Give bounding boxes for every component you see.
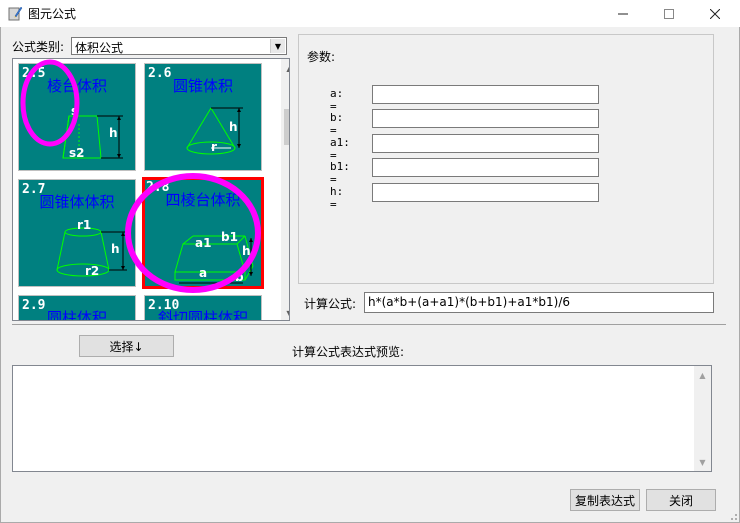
- category-label: 公式类别:: [12, 40, 65, 54]
- preview-scrollbar[interactable]: ▲ ▼: [694, 366, 711, 471]
- close-button[interactable]: 关闭: [646, 489, 716, 511]
- highlight-annotations: [20, 59, 261, 293]
- divider: [12, 324, 726, 325]
- params-legend: 参数:: [305, 48, 338, 65]
- title-bar: 图元公式: [0, 0, 740, 27]
- preview-label: 计算公式表达式预览:: [292, 345, 405, 359]
- highlight-circle-s: [20, 59, 80, 147]
- param-b1-input[interactable]: [372, 158, 599, 177]
- minimize-icon[interactable]: [600, 0, 646, 27]
- formula-input[interactable]: h*(a*b+(a+a1)*(b+b1)+a1*b1)/6: [364, 292, 714, 313]
- highlight-circle-square-frustum: [125, 173, 261, 293]
- scroll-up-icon[interactable]: ▲: [281, 61, 289, 75]
- chevron-down-icon[interactable]: ▼: [270, 39, 285, 53]
- app-icon: [8, 6, 23, 21]
- param-label: a1: =: [330, 136, 350, 162]
- category-select[interactable]: 体积公式 ▼: [71, 37, 287, 55]
- param-b-input[interactable]: [372, 109, 599, 128]
- window-title: 图元公式: [28, 7, 77, 21]
- param-a-input[interactable]: [372, 85, 599, 104]
- category-value: 体积公式: [75, 41, 124, 55]
- param-label: h: =: [330, 185, 344, 211]
- formula-label: 计算公式:: [304, 297, 357, 311]
- scroll-thumb[interactable]: [284, 109, 289, 145]
- formula-grid[interactable]: 2.5 棱台体积 s s2 h 2.6 圆锥体积 h r 2.7 圆锥体体积 r…: [12, 58, 290, 321]
- select-button[interactable]: 选择↓: [79, 335, 174, 357]
- param-label: b1: =: [330, 160, 350, 186]
- copy-expression-button[interactable]: 复制表达式: [570, 489, 640, 511]
- maximize-icon[interactable]: [646, 0, 692, 27]
- scroll-up-icon[interactable]: ▲: [694, 368, 711, 382]
- grid-scrollbar[interactable]: ▲ ▼: [281, 59, 289, 320]
- param-h-input[interactable]: [372, 183, 599, 202]
- param-label: a: =: [330, 87, 344, 113]
- resize-grip-icon[interactable]: [728, 511, 738, 521]
- param-label: b: =: [330, 111, 344, 137]
- scroll-down-icon[interactable]: ▼: [281, 306, 289, 320]
- close-icon[interactable]: [692, 0, 738, 27]
- scroll-down-icon[interactable]: ▼: [694, 455, 711, 469]
- param-a1-input[interactable]: [372, 134, 599, 153]
- preview-textarea[interactable]: ▲ ▼: [12, 365, 712, 472]
